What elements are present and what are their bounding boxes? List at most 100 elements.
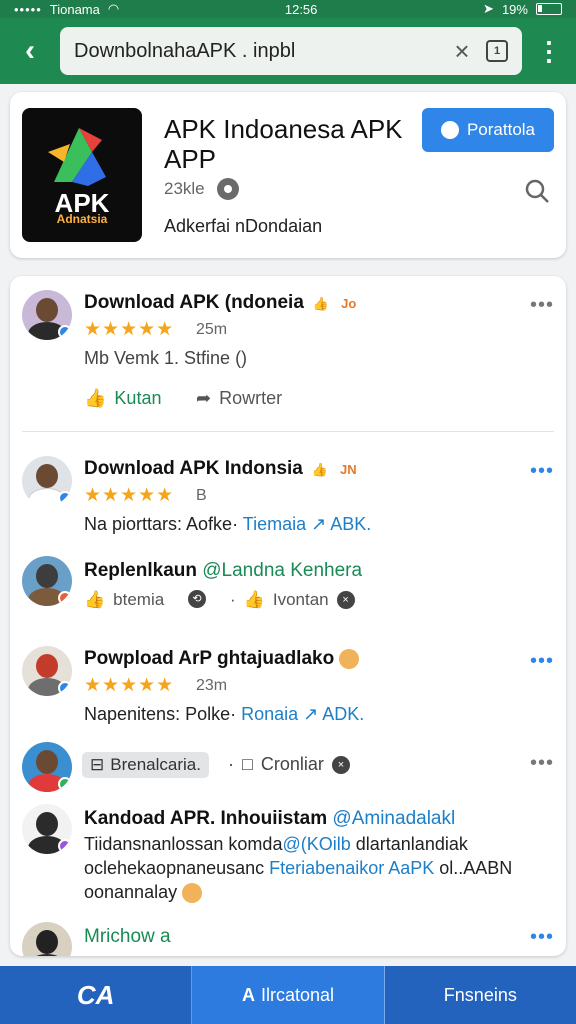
more-options-icon[interactable]: ••• — [530, 926, 554, 949]
app-description: Adkerfai nDondaian — [164, 216, 323, 236]
post-text-body: ol..AABN — [439, 858, 513, 878]
app-icon-subtext: Adnatsia — [56, 212, 108, 226]
reply-action-label: Ivontan — [272, 590, 329, 609]
chat-icon[interactable] — [216, 178, 239, 200]
reply-action-button[interactable]: · 👍 Ivontan × — [230, 590, 355, 610]
post-text-body: Na piorttars: Aofke· — [84, 514, 239, 534]
post-text-body: dlartanlandiak — [355, 834, 468, 854]
more-options-icon[interactable]: ••• — [530, 650, 554, 673]
reply: ⊟ Brenalcaria. · □ Cronliar × ••• — [10, 740, 566, 800]
verified-badge-icon — [58, 681, 72, 695]
post-link[interactable]: Ronaia ↗ ADK. — [241, 704, 364, 724]
reply-author-name: Mrichow a — [84, 926, 171, 947]
reply-like-label: btemia — [113, 590, 165, 609]
reply-author[interactable]: Replenlkaun @Landna Kenhera — [84, 560, 362, 582]
avatar-head — [36, 750, 58, 774]
post-text: Mb Vemk 1. Stfine () — [84, 348, 248, 368]
download-icon — [440, 121, 459, 139]
tag-chip[interactable]: ⊟ Brenalcaria. — [82, 752, 209, 778]
dot-separator: · — [230, 590, 236, 609]
reply: Replenlkaun @Landna Kenhera 👍 btemia ⟲ · 👍… — [10, 556, 566, 616]
battery-icon — [535, 3, 562, 15]
signal-icon: ••••• — [14, 1, 42, 17]
download-button[interactable]: Porattola — [422, 108, 554, 152]
avatar[interactable] — [22, 742, 72, 792]
post-author-name: Kandoad APR. Inhouiistam — [84, 808, 328, 829]
bottom-nav: CA A Ilrcatonal Fnsneins — [0, 966, 576, 1024]
post-text-line: oonannalay — [84, 882, 203, 904]
post-author-name: Download APK (ndoneia — [84, 292, 304, 313]
tab-label: Fnsneins — [443, 984, 517, 1005]
reply-like-button[interactable]: 👍 btemia — [84, 590, 164, 610]
menu-button[interactable]: ⋮ — [534, 36, 564, 67]
clear-icon[interactable]: × — [448, 36, 476, 67]
browser-toolbar: ‹ DownbolnahaAPK . inpbl × 1 ⋮ — [0, 18, 576, 84]
thumb-up-icon: 👍 — [84, 388, 107, 408]
emoji-icon — [339, 648, 360, 669]
avatar[interactable] — [22, 556, 72, 606]
post: Download APK (ndoneia 👍 Jo ★★★★★ 25m ••• M… — [10, 288, 566, 438]
avatar-head — [36, 564, 58, 588]
post-author[interactable]: Download APK (ndoneia 👍 Jo — [84, 292, 359, 314]
post-author-name: Download APK Indonsia — [84, 458, 303, 479]
post-author[interactable]: Kandoad APR. Inhouiistam @Aminadalakl — [84, 808, 455, 830]
reply-action-button[interactable]: · □ Cronliar × — [228, 754, 350, 775]
avatar[interactable] — [22, 922, 72, 956]
post-author[interactable]: Powpload ArP ghtajuadlako — [84, 648, 360, 670]
tab-friends[interactable]: Fnsneins — [385, 966, 576, 1024]
reply-handle[interactable]: @Landna Kenhera — [202, 560, 362, 581]
avatar[interactable] — [22, 646, 72, 696]
logo-icon — [48, 128, 106, 186]
tab-home[interactable]: CA — [0, 966, 193, 1024]
post-text-line: Tiidansnanlossan komda@(KOilb dlartanlan… — [84, 834, 468, 855]
verified-badge-icon — [58, 325, 72, 339]
more-options-icon[interactable]: ••• — [530, 460, 554, 483]
close-circle-icon: × — [331, 755, 350, 774]
avatar-head — [36, 930, 58, 954]
reply-author[interactable]: Mrichow a — [84, 926, 171, 948]
verified-badge-icon — [58, 491, 72, 505]
more-options-icon[interactable]: ••• — [530, 294, 554, 317]
url-text[interactable]: DownbolnahaAPK . inpbl — [74, 40, 438, 63]
back-button[interactable]: ‹ — [12, 34, 48, 68]
star-rating: ★★★★★ — [84, 485, 175, 506]
post-link[interactable]: Fteriabenaikor AaPK — [269, 858, 434, 878]
feed-card: Download APK (ndoneia 👍 Jo ★★★★★ 25m ••• M… — [10, 276, 566, 956]
avatar-body — [28, 954, 66, 956]
emoji-icon — [182, 883, 203, 904]
more-options-icon[interactable]: ••• — [530, 752, 554, 775]
tab-icon: A — [241, 984, 255, 1005]
avatar[interactable] — [22, 290, 72, 340]
repost-button[interactable]: ⟲ — [188, 590, 206, 608]
author-tag: Jo — [341, 296, 357, 311]
share-button[interactable]: ➦ Rowrter — [196, 388, 282, 409]
thumb-up-icon: 👍 — [243, 590, 265, 609]
app-icon[interactable]: APK Adnatsia — [22, 108, 142, 242]
post-text-body: Napenitens: Polke· — [84, 704, 237, 724]
search-icon[interactable] — [524, 178, 550, 204]
status-badge-icon — [58, 839, 72, 853]
status-badge-icon — [58, 777, 72, 791]
share-label: Rowrter — [219, 388, 283, 408]
address-field[interactable]: DownbolnahaAPK . inpbl × 1 — [60, 27, 522, 75]
avatar[interactable] — [22, 456, 72, 506]
post-text: Napenitens: Polke· Ronaia ↗ ADK. — [84, 704, 364, 725]
post-handle[interactable]: @(KOilb — [282, 834, 350, 854]
like-button[interactable]: 👍 Kutan — [84, 388, 161, 409]
post: Powpload ArP ghtajuadlako ★★★★★ 23m ••• … — [10, 644, 566, 744]
post-handle[interactable]: @Aminadalakl — [332, 808, 455, 829]
avatar[interactable] — [22, 804, 72, 854]
app-size: 23kle — [164, 179, 205, 198]
tabs-icon[interactable]: 1 — [486, 40, 508, 62]
tab-international[interactable]: A Ilrcatonal — [192, 966, 385, 1024]
author-tag: JN — [340, 462, 357, 477]
app-title: APK Indoanesa APK APP — [164, 114, 403, 174]
post-time: 25m — [196, 321, 228, 338]
tab-label: Ilrcatonal — [260, 984, 335, 1005]
avatar-head — [36, 654, 58, 678]
post-author[interactable]: Download APK Indonsia 👍 JN — [84, 458, 360, 480]
post-link[interactable]: Tiemaia ↗ ABK. — [243, 514, 371, 534]
thumb-up-icon: 👍 — [84, 590, 106, 609]
post-time: B — [196, 487, 207, 504]
avatar-head — [36, 464, 58, 488]
